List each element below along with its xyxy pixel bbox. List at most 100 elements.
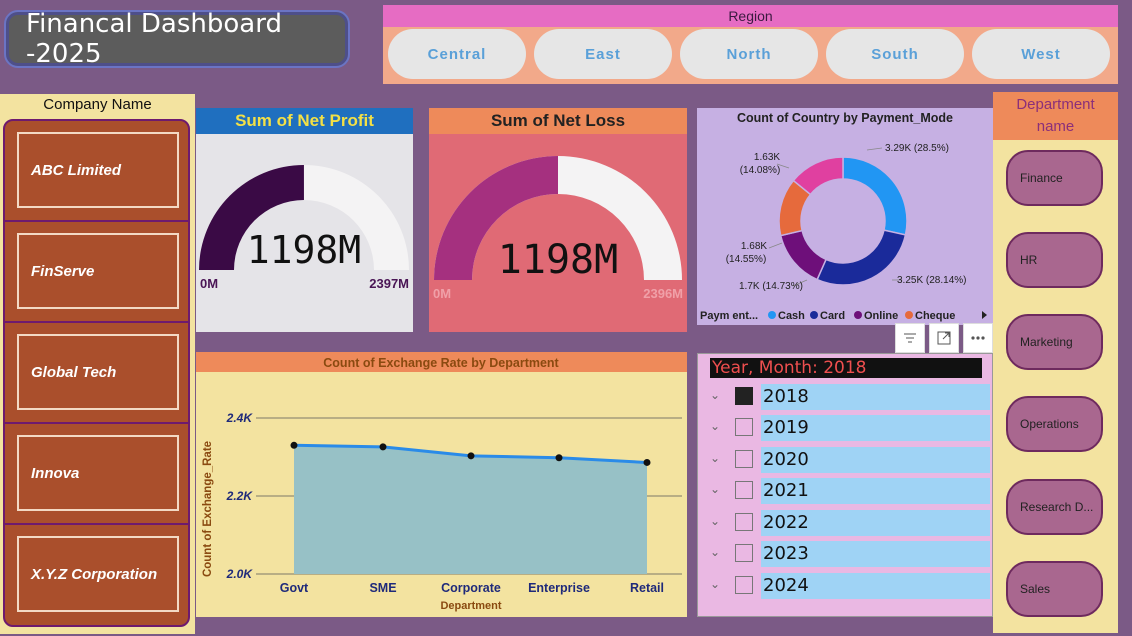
exchange-rate-area-chart: Count of Exchange Rate by Department Cou… bbox=[202, 356, 682, 612]
expand-icon[interactable] bbox=[929, 323, 959, 353]
year-label: 2021 bbox=[761, 478, 990, 504]
chevron-down-icon[interactable]: ⌄ bbox=[710, 545, 720, 559]
gauge-min-label: 0M bbox=[433, 286, 451, 301]
legend-label-cheque: Cheque bbox=[915, 310, 955, 322]
year-option-2019[interactable]: ⌄ 2019 bbox=[698, 415, 992, 443]
region-button-east[interactable]: East bbox=[534, 29, 672, 79]
company-item[interactable]: ABC Limited bbox=[5, 121, 188, 222]
chevron-down-icon[interactable]: ⌄ bbox=[710, 451, 720, 465]
y-tick-label: 2.4K bbox=[226, 411, 254, 425]
data-point bbox=[290, 441, 298, 449]
slice-label-cheque-pct: (14.55%) bbox=[726, 254, 767, 265]
department-button-marketing[interactable]: Marketing bbox=[1006, 314, 1103, 370]
region-button-central[interactable]: Central bbox=[388, 29, 526, 79]
department-button-finance[interactable]: Finance bbox=[1006, 150, 1103, 206]
year-label: 2019 bbox=[761, 415, 990, 441]
company-item[interactable]: FinServe bbox=[5, 222, 188, 323]
region-button-south[interactable]: South bbox=[826, 29, 964, 79]
legend-swatch-card bbox=[810, 311, 818, 319]
x-tick-label: Enterprise bbox=[528, 581, 590, 595]
year-checkbox[interactable] bbox=[735, 544, 753, 562]
year-checkbox[interactable] bbox=[735, 418, 753, 436]
year-slicer-header: Year, Month: 2018 bbox=[710, 358, 982, 378]
chevron-down-icon[interactable]: ⌄ bbox=[710, 388, 720, 402]
chevron-down-icon[interactable]: ⌄ bbox=[710, 514, 720, 528]
year-label: 2023 bbox=[761, 541, 990, 567]
net-profit-gauge-card[interactable]: Sum of Net Profit 1198M 0M 2397M bbox=[196, 108, 413, 332]
company-slicer: Company Name ABC Limited FinServe Global… bbox=[0, 94, 195, 634]
chevron-down-icon[interactable]: ⌄ bbox=[710, 482, 720, 496]
legend-label-card: Card bbox=[820, 310, 845, 322]
company-item-label: FinServe bbox=[17, 233, 179, 309]
more-options-icon[interactable] bbox=[963, 323, 993, 353]
legend-label-cash: Cash bbox=[778, 310, 805, 322]
year-checkbox[interactable] bbox=[735, 513, 753, 531]
year-option-2022[interactable]: ⌄ 2022 bbox=[698, 510, 992, 538]
x-axis-title: Department bbox=[440, 600, 501, 612]
y-tick-label: 2.0K bbox=[226, 567, 254, 581]
legend-label-online: Online bbox=[864, 310, 898, 322]
net-loss-value: 1198M bbox=[498, 237, 618, 283]
payment-mode-donut: Count of Country by Payment_Mode 3.29K (… bbox=[700, 111, 987, 322]
legend-title: Paym ent... bbox=[700, 310, 758, 322]
slice-label-online: 1.7K (14.73%) bbox=[739, 281, 803, 292]
year-checkbox[interactable] bbox=[735, 450, 753, 468]
donut-slice-card bbox=[816, 229, 907, 286]
gauge-min-label: 0M bbox=[200, 276, 218, 291]
department-button-sales[interactable]: Sales bbox=[1006, 561, 1103, 617]
filter-icon[interactable] bbox=[895, 323, 925, 353]
department-slicer: Department name Finance HR Marketing Ope… bbox=[993, 92, 1118, 633]
year-option-2020[interactable]: ⌄ 2020 bbox=[698, 447, 992, 475]
year-option-2021[interactable]: ⌄ 2021 bbox=[698, 478, 992, 506]
dashboard-title: Financal Dashboard -2025 bbox=[4, 9, 350, 69]
department-header-line1: Department bbox=[1016, 96, 1095, 113]
department-button-hr[interactable]: HR bbox=[1006, 232, 1103, 288]
region-button-west[interactable]: West bbox=[972, 29, 1110, 79]
year-checkbox[interactable] bbox=[735, 576, 753, 594]
y-tick-label: 2.2K bbox=[226, 489, 254, 503]
company-slicer-header: Company Name bbox=[43, 96, 152, 113]
area-fill bbox=[294, 445, 647, 574]
net-loss-gauge-card[interactable]: Sum of Net Loss 1198M 0M 2396M bbox=[429, 108, 687, 332]
company-item-label: Innova bbox=[17, 435, 179, 511]
company-item[interactable]: Innova bbox=[5, 424, 188, 525]
region-slicer-header: Region bbox=[383, 5, 1118, 27]
company-item-label: Global Tech bbox=[17, 334, 179, 410]
x-tick-label: Govt bbox=[280, 581, 309, 595]
y-axis-title: Count of Exchange_Rate bbox=[202, 441, 214, 577]
visual-header-icons bbox=[895, 323, 993, 353]
donut-slice-online bbox=[779, 229, 828, 281]
year-option-2024[interactable]: ⌄ 2024 bbox=[698, 573, 992, 601]
department-header-line2: name bbox=[1036, 118, 1075, 135]
data-point bbox=[467, 452, 475, 460]
x-tick-label: Corporate bbox=[441, 581, 501, 595]
x-tick-label: SME bbox=[369, 581, 396, 595]
department-button-research[interactable]: Research D... bbox=[1006, 479, 1103, 535]
year-month-slicer[interactable]: Year, Month: 2018 ⌄ 2018 ⌄ 2019 ⌄ 2020 ⌄… bbox=[697, 353, 993, 617]
slice-label-cash: 3.29K (28.5%) bbox=[885, 143, 949, 154]
legend-swatch-cheque bbox=[905, 311, 913, 319]
region-button-north[interactable]: North bbox=[680, 29, 818, 79]
year-checkbox[interactable] bbox=[735, 387, 753, 405]
company-item[interactable]: X.Y.Z Corporation bbox=[5, 525, 188, 625]
company-item-label: ABC Limited bbox=[17, 132, 179, 208]
year-checkbox[interactable] bbox=[735, 481, 753, 499]
donut-slice-cash bbox=[842, 156, 908, 236]
year-label: 2018 bbox=[761, 384, 990, 410]
legend-next-arrow-icon bbox=[982, 311, 987, 319]
year-option-2018[interactable]: ⌄ 2018 bbox=[698, 384, 992, 412]
area-chart-title: Count of Exchange Rate by Department bbox=[323, 356, 559, 370]
data-point bbox=[379, 443, 387, 451]
company-item[interactable]: Global Tech bbox=[5, 323, 188, 424]
chevron-down-icon[interactable]: ⌄ bbox=[710, 419, 720, 433]
department-button-operations[interactable]: Operations bbox=[1006, 396, 1103, 452]
data-point bbox=[643, 458, 651, 466]
exchange-rate-area-chart-card[interactable]: Count of Exchange Rate by Department Cou… bbox=[196, 352, 687, 617]
slice-label-other-pct: (14.08%) bbox=[740, 165, 781, 176]
chevron-down-icon[interactable]: ⌄ bbox=[710, 577, 720, 591]
payment-mode-donut-card[interactable]: Count of Country by Payment_Mode 3.29K (… bbox=[697, 108, 993, 325]
year-option-2023[interactable]: ⌄ 2023 bbox=[698, 541, 992, 569]
department-slicer-header: Department name bbox=[993, 92, 1118, 140]
slice-label-cheque: 1.68K bbox=[741, 241, 767, 252]
company-list: ABC Limited FinServe Global Tech Innova … bbox=[3, 119, 190, 627]
